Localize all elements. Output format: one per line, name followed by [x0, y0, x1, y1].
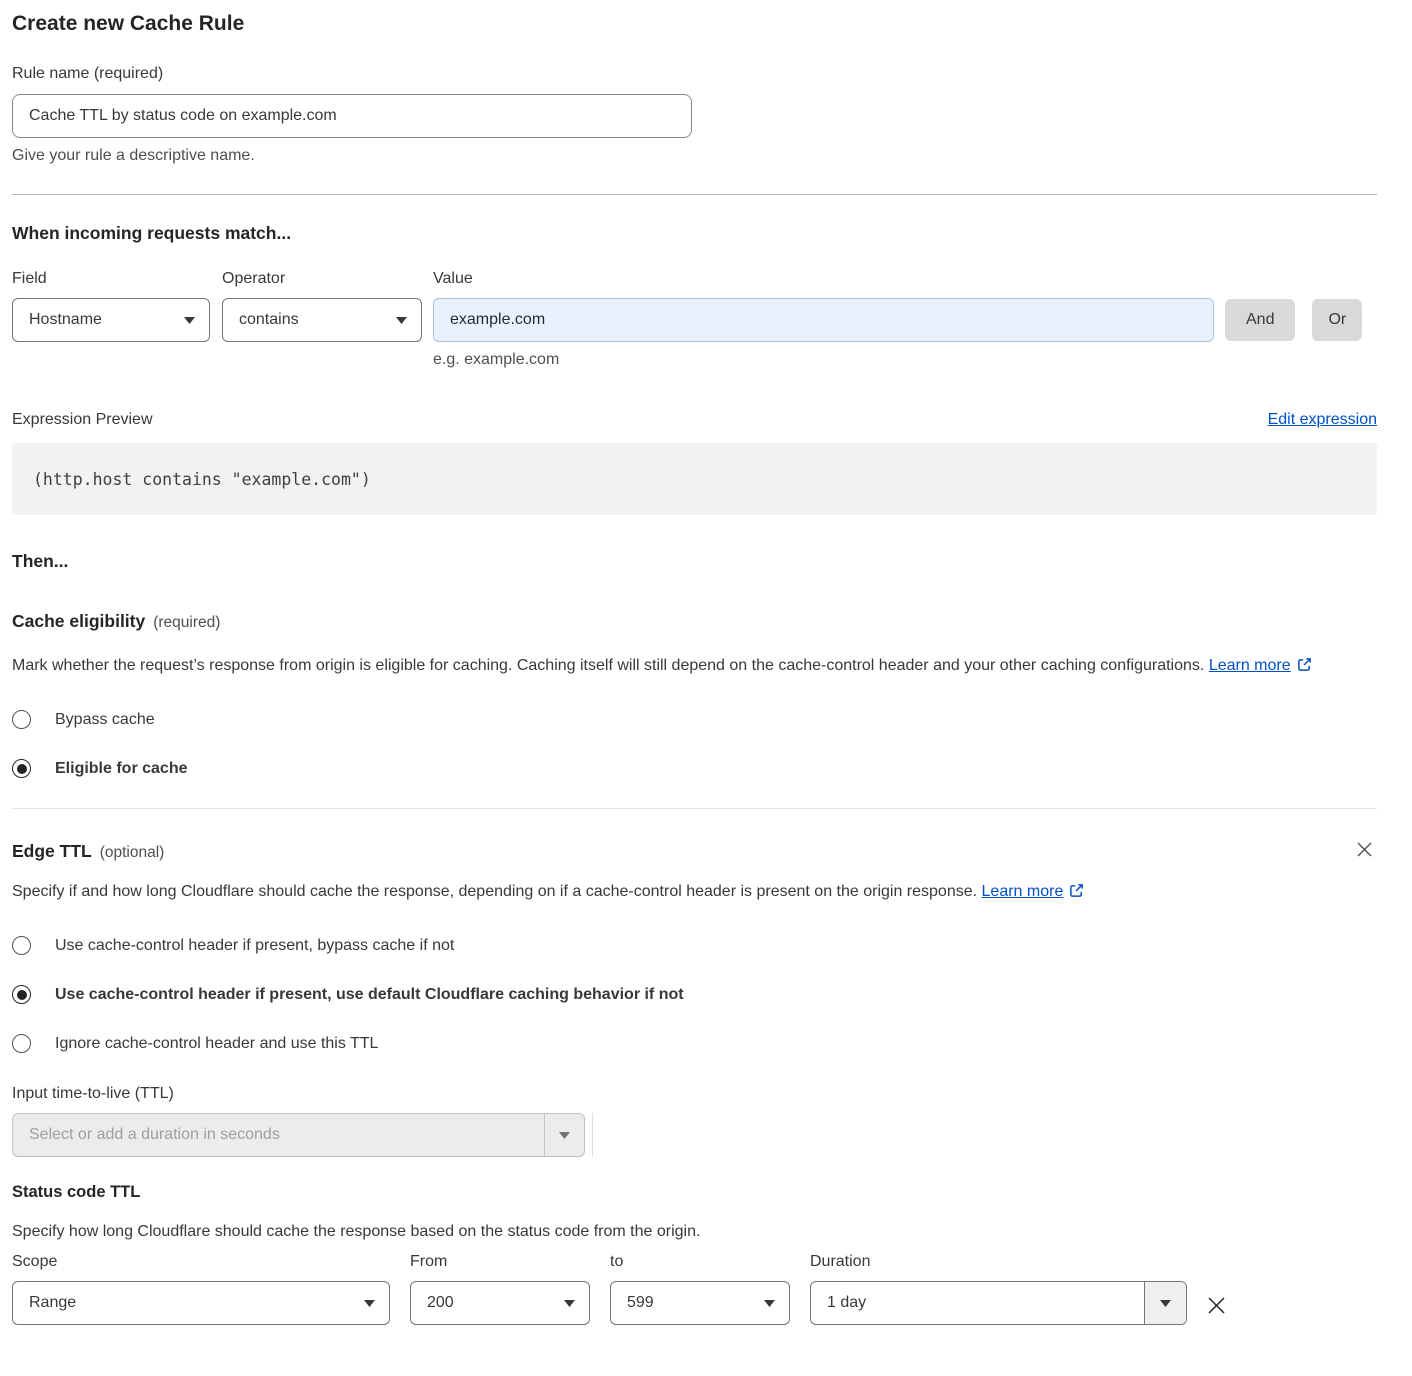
rule-name-help: Give your rule a descriptive name. [12, 146, 1377, 166]
duration-label: Duration [810, 1252, 1187, 1272]
match-row: Field Hostname Operator contains Value A… [12, 269, 1377, 342]
or-button[interactable]: Or [1312, 299, 1362, 341]
cache-eligibility-description-text: Mark whether the request’s response from… [12, 657, 1204, 674]
edit-expression-link[interactable]: Edit expression [1268, 411, 1377, 429]
expression-code: (http.host contains "example.com") [33, 470, 371, 489]
remove-status-ttl-icon[interactable] [1206, 1295, 1227, 1316]
edge-ttl-heading: Edge TTL [12, 839, 92, 863]
chevron-down-icon[interactable] [544, 1114, 584, 1156]
from-label: From [410, 1252, 590, 1272]
edge-ttl-description-text: Specify if and how long Cloudflare shoul… [12, 883, 977, 900]
external-link-icon [1297, 653, 1312, 682]
to-select-value: 599 [627, 1294, 654, 1312]
cache-eligibility-learn-more-link[interactable]: Learn more [1209, 657, 1291, 674]
operator-label: Operator [222, 269, 422, 289]
edge-ttl-radio-default[interactable] [12, 985, 31, 1004]
expression-preview-label: Expression Preview [12, 411, 153, 429]
edge-ttl-option-bypass[interactable]: Use cache-control header if present, byp… [12, 936, 1377, 955]
close-icon[interactable] [1352, 837, 1377, 862]
chevron-down-icon [364, 1300, 375, 1307]
edge-ttl-description: Specify if and how long Cloudflare shoul… [12, 877, 1117, 908]
section-divider [12, 194, 1377, 195]
edge-ttl-radio-ignore[interactable] [12, 1034, 31, 1053]
chevron-down-icon [764, 1300, 775, 1307]
to-select[interactable]: 599 [610, 1281, 790, 1325]
cache-eligibility-heading: Cache eligibility [12, 609, 145, 633]
scope-label: Scope [12, 1252, 390, 1272]
from-select-value: 200 [427, 1294, 454, 1312]
section-divider [12, 808, 1377, 809]
bypass-cache-label: Bypass cache [55, 711, 155, 729]
then-heading: Then... [12, 549, 1377, 573]
edge-ttl-option-bypass-label: Use cache-control header if present, byp… [55, 937, 454, 955]
operator-select[interactable]: contains [222, 298, 422, 342]
to-label: to [610, 1252, 790, 1272]
ttl-duration-placeholder: Select or add a duration in seconds [29, 1126, 280, 1144]
chevron-down-icon [184, 317, 195, 324]
from-select[interactable]: 200 [410, 1281, 590, 1325]
value-label: Value [433, 269, 1214, 289]
and-button[interactable]: And [1225, 299, 1295, 341]
scope-select-value: Range [29, 1294, 76, 1312]
status-code-ttl-heading: Status code TTL [12, 1183, 1377, 1202]
chevron-down-icon [396, 317, 407, 324]
duration-select[interactable]: 1 day [810, 1281, 1187, 1325]
bypass-cache-radio[interactable] [12, 710, 31, 729]
rule-name-label: Rule name (required) [12, 64, 1377, 84]
ttl-input-label: Input time-to-live (TTL) [12, 1085, 1377, 1103]
operator-select-value: contains [239, 311, 299, 329]
ttl-duration-select[interactable]: Select or add a duration in seconds [12, 1113, 585, 1157]
chevron-down-icon [564, 1300, 575, 1307]
expression-header: Expression Preview Edit expression [12, 411, 1377, 429]
edge-ttl-option-default[interactable]: Use cache-control header if present, use… [12, 985, 1377, 1004]
match-heading: When incoming requests match... [12, 221, 1377, 245]
status-code-ttl-description: Specify how long Cloudflare should cache… [12, 1222, 1377, 1242]
edge-ttl-qualifier: (optional) [100, 844, 165, 862]
rule-name-input[interactable] [12, 94, 692, 138]
edge-ttl-radio-bypass[interactable] [12, 936, 31, 955]
value-input[interactable] [433, 298, 1214, 342]
page-title: Create new Cache Rule [12, 12, 1377, 36]
field-select[interactable]: Hostname [12, 298, 210, 342]
eligible-for-cache-label: Eligible for cache [55, 760, 187, 778]
status-code-ttl-row: Scope Range From 200 to 599 Duration 1 d… [12, 1252, 1377, 1325]
expression-preview-box: (http.host contains "example.com") [12, 443, 1377, 515]
edge-ttl-option-ignore-label: Ignore cache-control header and use this… [55, 1035, 378, 1053]
edge-ttl-learn-more-link[interactable]: Learn more [982, 883, 1064, 900]
scope-select[interactable]: Range [12, 1281, 390, 1325]
eligible-for-cache-radio[interactable] [12, 759, 31, 778]
cache-eligibility-qualifier: (required) [153, 614, 220, 632]
edge-ttl-option-ignore[interactable]: Ignore cache-control header and use this… [12, 1034, 1377, 1053]
value-help: e.g. example.com [433, 351, 1377, 369]
ttl-select-edge-decoration [592, 1113, 593, 1157]
cache-eligibility-description: Mark whether the request’s response from… [12, 651, 1352, 682]
duration-select-value: 1 day [827, 1294, 866, 1312]
bypass-cache-option[interactable]: Bypass cache [12, 710, 1377, 729]
edge-ttl-option-default-label: Use cache-control header if present, use… [55, 986, 684, 1004]
external-link-icon [1069, 879, 1084, 908]
field-select-value: Hostname [29, 311, 102, 329]
rule-name-group: Rule name (required) Give your rule a de… [12, 64, 1377, 166]
chevron-down-icon[interactable] [1144, 1282, 1186, 1324]
eligible-for-cache-option[interactable]: Eligible for cache [12, 759, 1377, 778]
field-label: Field [12, 269, 210, 289]
